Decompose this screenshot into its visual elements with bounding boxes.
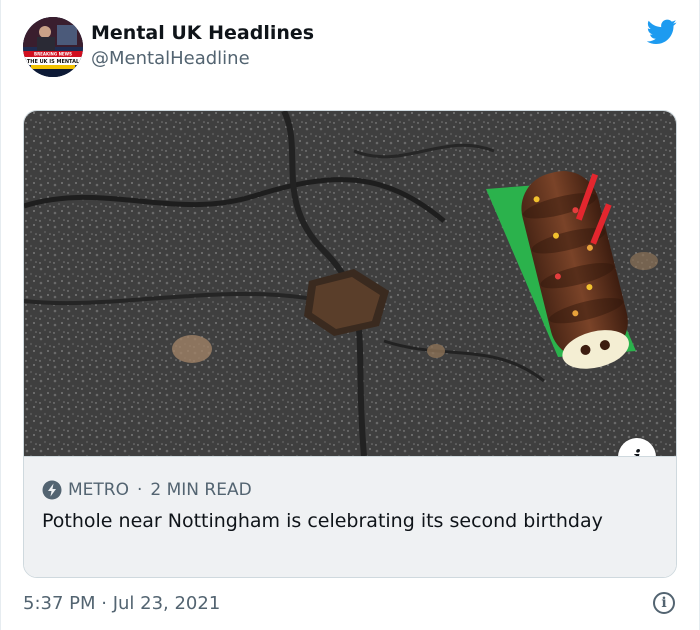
tweet-footer: 5:37 PM · Jul 23, 2021 i: [23, 592, 679, 618]
info-circle-icon[interactable]: i: [653, 592, 675, 614]
author-names: Mental UK Headlines @MentalHeadline: [91, 21, 314, 71]
avatar[interactable]: BREAKING NEWS THE UK IS MENTAL: [23, 17, 83, 77]
source-name: METRO: [68, 480, 129, 500]
avatar-image: BREAKING NEWS THE UK IS MENTAL: [23, 17, 83, 77]
tweet-header: BREAKING NEWS THE UK IS MENTAL Mental UK…: [23, 17, 679, 79]
card-image[interactable]: [24, 111, 676, 456]
twitter-bird-icon[interactable]: [647, 19, 677, 45]
display-name[interactable]: Mental UK Headlines: [91, 21, 314, 45]
avatar-banner-small: BREAKING NEWS: [34, 52, 72, 57]
read-time: 2 MIN READ: [150, 480, 252, 500]
handle[interactable]: @MentalHeadline: [91, 47, 314, 71]
card-source: METRO · 2 MIN READ: [42, 480, 252, 500]
avatar-banner-main: THE UK IS MENTAL: [27, 59, 80, 65]
card-footer[interactable]: METRO · 2 MIN READ Pothole near Nottingh…: [24, 456, 676, 577]
bolt-icon: [42, 480, 62, 500]
tweet: BREAKING NEWS THE UK IS MENTAL Mental UK…: [0, 0, 700, 630]
link-card[interactable]: i METRO · 2 MIN READ Pothole near Nottin…: [23, 110, 677, 578]
source-separator: ·: [137, 480, 143, 500]
card-title[interactable]: Pothole near Nottingham is celebrating i…: [42, 509, 642, 534]
timestamp[interactable]: 5:37 PM · Jul 23, 2021: [23, 593, 220, 614]
